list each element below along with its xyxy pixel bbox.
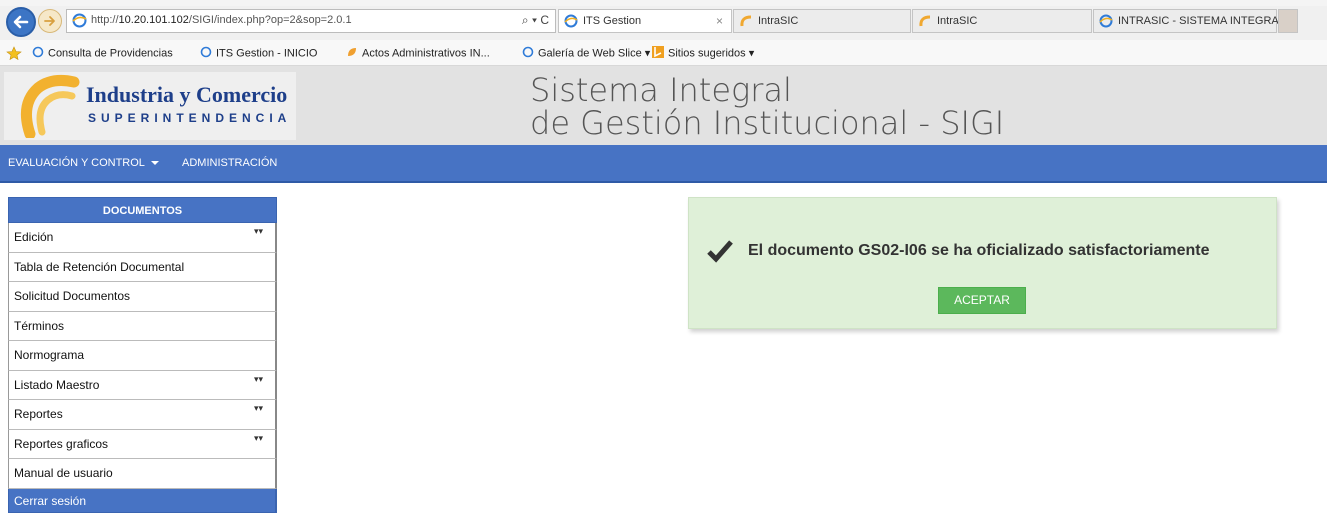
tab-intrasic-sistema[interactable]: INTRASIC - SISTEMA INTEGRA... bbox=[1093, 9, 1288, 33]
sidebar-item-tabla-retencion[interactable]: Tabla de Retención Documental bbox=[8, 252, 277, 282]
sidebar-item-label: Términos bbox=[14, 318, 65, 333]
address-search-refresh-icons[interactable]: ⌕ ▾ C bbox=[522, 13, 549, 28]
sidebar-item-label: Listado Maestro bbox=[14, 377, 100, 392]
favorite-actos-administrativos[interactable]: Actos Administrativos IN... bbox=[346, 46, 490, 61]
chevron-down-icon: ▾▾ bbox=[253, 432, 263, 443]
chevron-down-icon: ▾▾ bbox=[253, 373, 263, 384]
chevron-down-icon: ▾▾ bbox=[253, 226, 263, 236]
tab-its-gestion[interactable]: ITS Gestion × bbox=[558, 9, 732, 33]
favorite-its-gestion[interactable]: ITS Gestion - INICIO bbox=[200, 46, 317, 61]
page-title-line2: de Gestión Institucional - SIGI bbox=[530, 104, 1005, 142]
sic-logo[interactable]: Industria y Comercio SUPERINTENDENCIA bbox=[4, 72, 296, 140]
favorite-label: ITS Gestion - INICIO bbox=[216, 47, 318, 60]
new-tab-button[interactable] bbox=[1278, 9, 1298, 33]
sidebar-item-label: Tabla de Retención Documental bbox=[14, 259, 185, 274]
nav-evaluacion-control[interactable]: EVALUACIÓN Y CONTROL bbox=[8, 157, 159, 169]
success-alert: El documento GS02-I06 se ha oficializado… bbox=[688, 197, 1277, 329]
sidebar-item-manual-usuario[interactable]: Manual de usuario bbox=[8, 459, 277, 489]
logout-label: Cerrar sesión bbox=[14, 493, 87, 508]
favorite-suggested-sites[interactable]: Sitios sugeridos ▾ bbox=[652, 46, 754, 61]
ie-page-icon bbox=[72, 13, 87, 33]
sidebar-item-label: Manual de usuario bbox=[14, 466, 113, 480]
chevron-down-icon: ▾▾ bbox=[253, 403, 263, 413]
sidebar-item-label: Solicitud Documentos bbox=[14, 289, 131, 303]
sic-tab-icon bbox=[918, 14, 932, 31]
site-header: Industria y Comercio SUPERINTENDENCIA Si… bbox=[0, 66, 1327, 145]
sidebar-item-label: Edición bbox=[14, 230, 54, 244]
favorite-label: Galería de Web Slice ▾ bbox=[538, 47, 651, 60]
tab-label: IntraSIC bbox=[758, 15, 799, 27]
sidebar-item-solicitud-documentos[interactable]: Solicitud Documentos bbox=[8, 282, 277, 312]
nav-administracion[interactable]: ADMINISTRACIÓN bbox=[182, 157, 277, 169]
forward-button[interactable] bbox=[38, 9, 62, 33]
page-icon bbox=[32, 46, 44, 61]
sic-logo-swoosh-icon bbox=[20, 75, 80, 138]
nav-label: ADMINISTRACIÓN bbox=[182, 157, 278, 169]
bing-icon bbox=[652, 46, 664, 61]
favorite-web-slice-gallery[interactable]: Galería de Web Slice ▾ bbox=[522, 46, 650, 61]
address-bar[interactable]: http://10.20.101.102/SIGI/index.php?op=2… bbox=[66, 9, 556, 33]
address-host: 10.20.101.102 bbox=[118, 14, 189, 26]
nav-label: EVALUACIÓN Y CONTROL bbox=[8, 157, 145, 169]
address-text: http://10.20.101.102/SIGI/index.php?op=2… bbox=[91, 14, 352, 26]
sidebar-item-terminos[interactable]: Términos bbox=[8, 311, 277, 341]
favorites-bar: Consulta de Providencias ITS Gestion - I… bbox=[0, 40, 1327, 66]
main-navbar: EVALUACIÓN Y CONTROL ADMINISTRACIÓN bbox=[0, 145, 1327, 183]
sidebar-item-reportes-graficos[interactable]: Reportes graficos ▾▾ bbox=[8, 429, 277, 459]
tab-label: IntraSIC bbox=[937, 15, 978, 27]
sidebar-item-label: Reportes bbox=[14, 407, 63, 421]
favorite-label: Actos Administrativos IN... bbox=[362, 47, 490, 60]
back-arrow-icon bbox=[13, 15, 29, 29]
tab-label: INTRASIC - SISTEMA INTEGRA... bbox=[1118, 15, 1288, 27]
caret-down-icon bbox=[150, 161, 159, 166]
sidebar-item-edicion[interactable]: Edición ▾▾ bbox=[8, 223, 277, 253]
favorite-consulta-providencias[interactable]: Consulta de Providencias bbox=[32, 46, 173, 61]
tab-intrasic-1[interactable]: IntraSIC bbox=[733, 9, 911, 33]
address-path: /SIGI/index.php?op=2&sop=2.0.1 bbox=[188, 14, 352, 26]
tab-label: ITS Gestion bbox=[583, 15, 642, 27]
sic-tab-icon bbox=[739, 14, 753, 31]
favorite-label: Sitios sugeridos ▾ bbox=[668, 47, 755, 60]
sidebar-item-reportes[interactable]: Reportes ▾▾ bbox=[8, 400, 277, 430]
tab-intrasic-2[interactable]: IntraSIC bbox=[912, 9, 1092, 33]
checkmark-icon bbox=[707, 240, 733, 263]
sidebar-header: DOCUMENTOS bbox=[8, 197, 277, 223]
window-top-edge bbox=[0, 0, 1327, 6]
sidebar: DOCUMENTOS Edición ▾▾ Tabla de Retención … bbox=[8, 197, 277, 513]
sidebar-item-normograma[interactable]: Normograma bbox=[8, 341, 277, 371]
ie-tab-icon bbox=[564, 14, 578, 31]
forward-arrow-icon bbox=[44, 16, 55, 26]
favorite-label: Consulta de Providencias bbox=[48, 47, 173, 60]
browser-toolbar: http://10.20.101.102/SIGI/index.php?op=2… bbox=[0, 0, 1327, 40]
back-button[interactable] bbox=[6, 7, 36, 37]
alert-message: El documento GS02-I06 se ha oficializado… bbox=[748, 242, 1210, 259]
logo-text-industria: Industria y Comercio bbox=[86, 82, 288, 107]
favorites-star-icon[interactable] bbox=[6, 46, 22, 63]
accept-button[interactable]: ACEPTAR bbox=[938, 287, 1026, 314]
page-icon bbox=[200, 46, 212, 61]
ie-tab-icon bbox=[1099, 14, 1113, 31]
page-icon bbox=[522, 46, 534, 61]
page-title: Sistema Integral de Gestión Instituciona… bbox=[530, 74, 1004, 140]
tab-close-icon[interactable]: × bbox=[716, 14, 723, 28]
sidebar-item-label: Normograma bbox=[14, 348, 85, 362]
leaf-icon bbox=[346, 46, 358, 61]
logout-button[interactable]: Cerrar sesión bbox=[8, 488, 277, 513]
sidebar-item-label: Reportes graficos bbox=[14, 436, 109, 451]
address-prefix: http:// bbox=[91, 14, 119, 26]
sidebar-item-listado-maestro[interactable]: Listado Maestro ▾▾ bbox=[8, 370, 277, 400]
page-title-line1: Sistema Integral bbox=[530, 71, 792, 109]
logo-text-superintendencia: SUPERINTENDENCIA bbox=[88, 111, 292, 125]
